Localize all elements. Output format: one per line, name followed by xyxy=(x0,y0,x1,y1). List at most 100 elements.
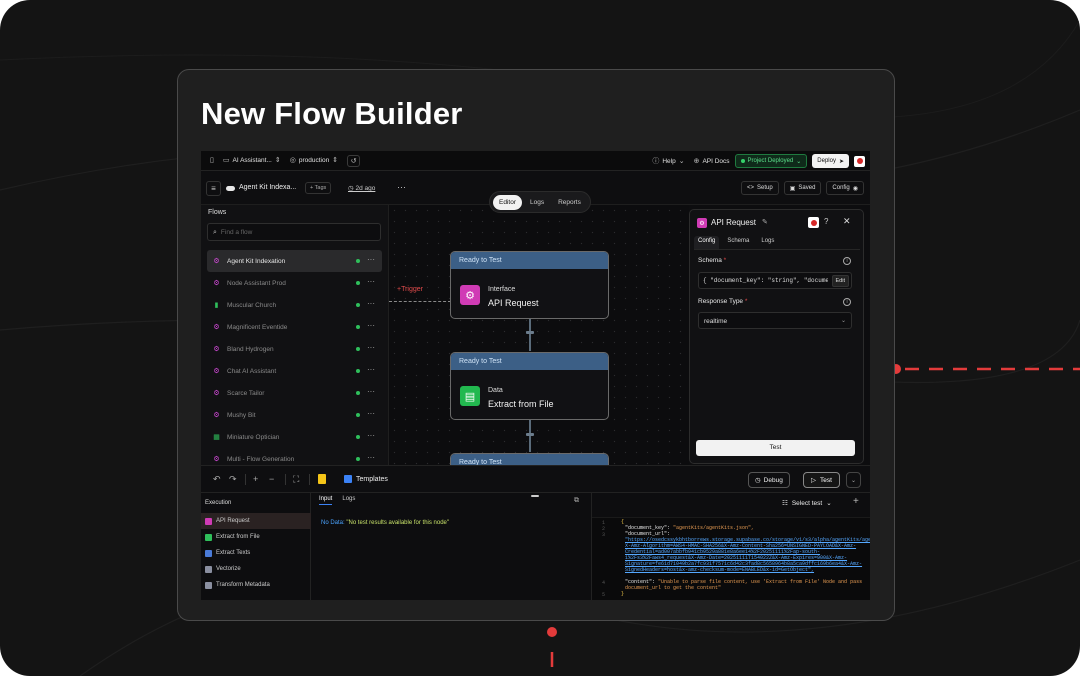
sidebar-item-scarce-tailor[interactable]: ⚙ Scarce Tailor ··· xyxy=(207,382,382,404)
schema-field[interactable]: { "document_key": "string", "document_ E… xyxy=(698,272,852,289)
execution-item-transform-metadata[interactable]: Transform Metadata xyxy=(201,577,311,593)
deploy-button[interactable]: Deploy ➤ xyxy=(812,154,849,168)
sidebar-item-mushy-bit[interactable]: ⚙ Mushy Bit ··· xyxy=(207,404,382,426)
pencil-icon[interactable]: ✎ xyxy=(762,218,768,226)
config-button[interactable]: Config ◉ xyxy=(826,181,864,195)
tab-reports[interactable]: Reports xyxy=(552,195,587,210)
connector-handle[interactable] xyxy=(526,433,534,436)
sticky-note-icon[interactable] xyxy=(318,474,326,484)
item-more-icon[interactable]: ··· xyxy=(367,255,375,264)
add-trigger-button[interactable]: +Trigger xyxy=(397,286,423,293)
flow-toggle[interactable] xyxy=(226,186,235,191)
deployment-status[interactable]: Project Deployed ⌄ xyxy=(734,154,808,168)
panel-test-button[interactable]: Test xyxy=(696,440,855,456)
project-selector[interactable]: ▭ AI Assistant... ⇕ xyxy=(223,157,281,164)
last-edited[interactable]: ◷ 2d ago xyxy=(348,184,375,192)
sidebar-item-label: Magnificent Eventide xyxy=(227,323,288,331)
sidebar-item-agent-kit-indexation[interactable]: ⚙ Agent Kit Indexation ··· xyxy=(207,250,382,272)
search-input[interactable] xyxy=(220,228,361,236)
undo-icon[interactable]: ↶ xyxy=(213,474,221,485)
node-third[interactable]: Ready to Test xyxy=(450,453,609,465)
more-options-icon[interactable]: ··· xyxy=(397,182,406,192)
response-type-select[interactable]: realtime ⌄ xyxy=(698,312,852,329)
saved-button[interactable]: ▣ Saved xyxy=(783,181,822,195)
item-more-icon[interactable]: ··· xyxy=(367,431,375,440)
item-more-icon[interactable]: ··· xyxy=(367,453,375,462)
language-flag-icon[interactable] xyxy=(854,155,865,167)
hamburger-menu-icon[interactable]: ≡ xyxy=(206,181,221,196)
add-tags-button[interactable]: + Tags xyxy=(305,182,332,194)
tab-editor[interactable]: Editor xyxy=(493,194,522,210)
copy-icon[interactable]: ⧉ xyxy=(574,497,579,505)
add-test-icon[interactable]: + xyxy=(853,496,859,507)
sidebar-item-chat-ai-assistant[interactable]: ⚙ Chat AI Assistant ··· xyxy=(207,360,382,382)
info-icon[interactable]: i xyxy=(843,257,851,265)
json-value: "Unable to parse file content, use 'Extr… xyxy=(625,579,863,591)
item-more-icon[interactable]: ··· xyxy=(367,321,375,330)
item-more-icon[interactable]: ··· xyxy=(367,277,375,286)
item-more-icon[interactable]: ··· xyxy=(367,409,375,418)
panel-icon: ▯ xyxy=(210,157,214,164)
sidebar-item-miniature-optician[interactable]: ▦ Miniature Optician ··· xyxy=(207,426,382,448)
tab-logs[interactable]: Logs xyxy=(524,195,550,210)
sidebar-item-node-assistant-prod[interactable]: ⚙ Node Assistant Prod ··· xyxy=(207,272,382,294)
node-name: API Request xyxy=(488,298,539,308)
debug-button[interactable]: ◷ Debug xyxy=(748,472,790,488)
select-test-dropdown[interactable]: ☷ Select test ⌄ xyxy=(782,499,832,508)
api-docs-link[interactable]: ⊕ API Docs xyxy=(694,158,730,165)
templates-button[interactable]: Templates xyxy=(344,475,388,483)
sidebar-toggle[interactable]: ▯ xyxy=(210,157,214,164)
tab-io-logs[interactable]: Logs xyxy=(342,496,355,505)
setup-button[interactable]: <> Setup xyxy=(741,181,779,195)
templates-label: Templates xyxy=(356,475,388,483)
fit-view-icon[interactable]: ⛶ xyxy=(293,474,299,485)
chevron-down-icon[interactable]: ⌄ xyxy=(846,472,861,488)
help-menu[interactable]: ⓘ Help ⌄ xyxy=(652,158,684,165)
text-icon xyxy=(205,549,212,557)
eye-icon: ◉ xyxy=(852,185,858,192)
help-icon[interactable]: ? xyxy=(824,217,828,226)
run-test-button[interactable]: ▷ Test xyxy=(803,472,840,488)
execution-item-api-request[interactable]: API Request xyxy=(201,513,311,529)
redo-icon[interactable]: ↷ xyxy=(229,474,237,485)
flag-icon[interactable] xyxy=(808,217,819,228)
history-button[interactable]: ↺ xyxy=(347,154,361,167)
connector-handle[interactable] xyxy=(526,331,534,334)
flow-name[interactable]: Agent Kit Indexa... xyxy=(239,184,296,191)
execution-item-extract-texts[interactable]: Extract Texts xyxy=(201,545,311,561)
tab-schema[interactable]: Schema xyxy=(723,236,753,249)
top-bar: ▯ ▭ AI Assistant... ⇕ ◎ production ⇕ ↺ ⓘ… xyxy=(201,151,870,171)
flow-canvas[interactable]: +Trigger Ready to Test ⚙ Interface API R… xyxy=(389,205,689,465)
deploy-label: Deploy xyxy=(817,158,836,164)
env-selector[interactable]: ◎ production ⇕ xyxy=(290,157,338,164)
zoom-out-icon[interactable]: − xyxy=(269,474,274,484)
sidebar-item-magnificent-eventide[interactable]: ⚙ Magnificent Eventide ··· xyxy=(207,316,382,338)
status-dot xyxy=(356,281,360,285)
zoom-in-icon[interactable]: + xyxy=(253,474,258,484)
resize-handle[interactable] xyxy=(531,495,539,497)
required-mark: * xyxy=(744,298,748,305)
edit-schema-button[interactable]: Edit xyxy=(831,275,849,287)
node-api-request[interactable]: Ready to Test ⚙ Interface API Request xyxy=(450,251,609,319)
node-extract-from-file[interactable]: Ready to Test ▤ Data Extract from File xyxy=(450,352,609,420)
sidebar-item-bland-hydrogen[interactable]: ⚙ Bland Hydrogen ··· xyxy=(207,338,382,360)
item-more-icon[interactable]: ··· xyxy=(367,387,375,396)
item-more-icon[interactable]: ··· xyxy=(367,299,375,308)
item-more-icon[interactable]: ··· xyxy=(367,343,375,352)
close-icon[interactable]: ✕ xyxy=(843,216,851,227)
io-panel: Input Logs ⧉ No Data: "No test results a… xyxy=(311,493,592,600)
flow-icon: ⚙ xyxy=(213,324,220,331)
tab-input[interactable]: Input xyxy=(319,496,333,505)
json-url-value[interactable]: "https://osedcssykbhtborrews.storage.sup… xyxy=(625,537,870,573)
info-icon[interactable]: i xyxy=(843,298,851,306)
flow-icon: ⚙ xyxy=(213,368,220,375)
execution-item-extract-from-file[interactable]: Extract from File xyxy=(201,529,311,545)
execution-item-vectorize[interactable]: Vectorize xyxy=(201,561,311,577)
sidebar-item-muscular-church[interactable]: ▮ Muscular Church ··· xyxy=(207,294,382,316)
item-more-icon[interactable]: ··· xyxy=(367,365,375,374)
chevron-down-icon: ⌄ xyxy=(796,158,802,165)
tab-config[interactable]: Config xyxy=(694,236,720,249)
last-edited-label: 2d ago xyxy=(355,185,376,192)
status-dot xyxy=(356,303,360,307)
tab-logs[interactable]: Logs xyxy=(757,236,778,249)
